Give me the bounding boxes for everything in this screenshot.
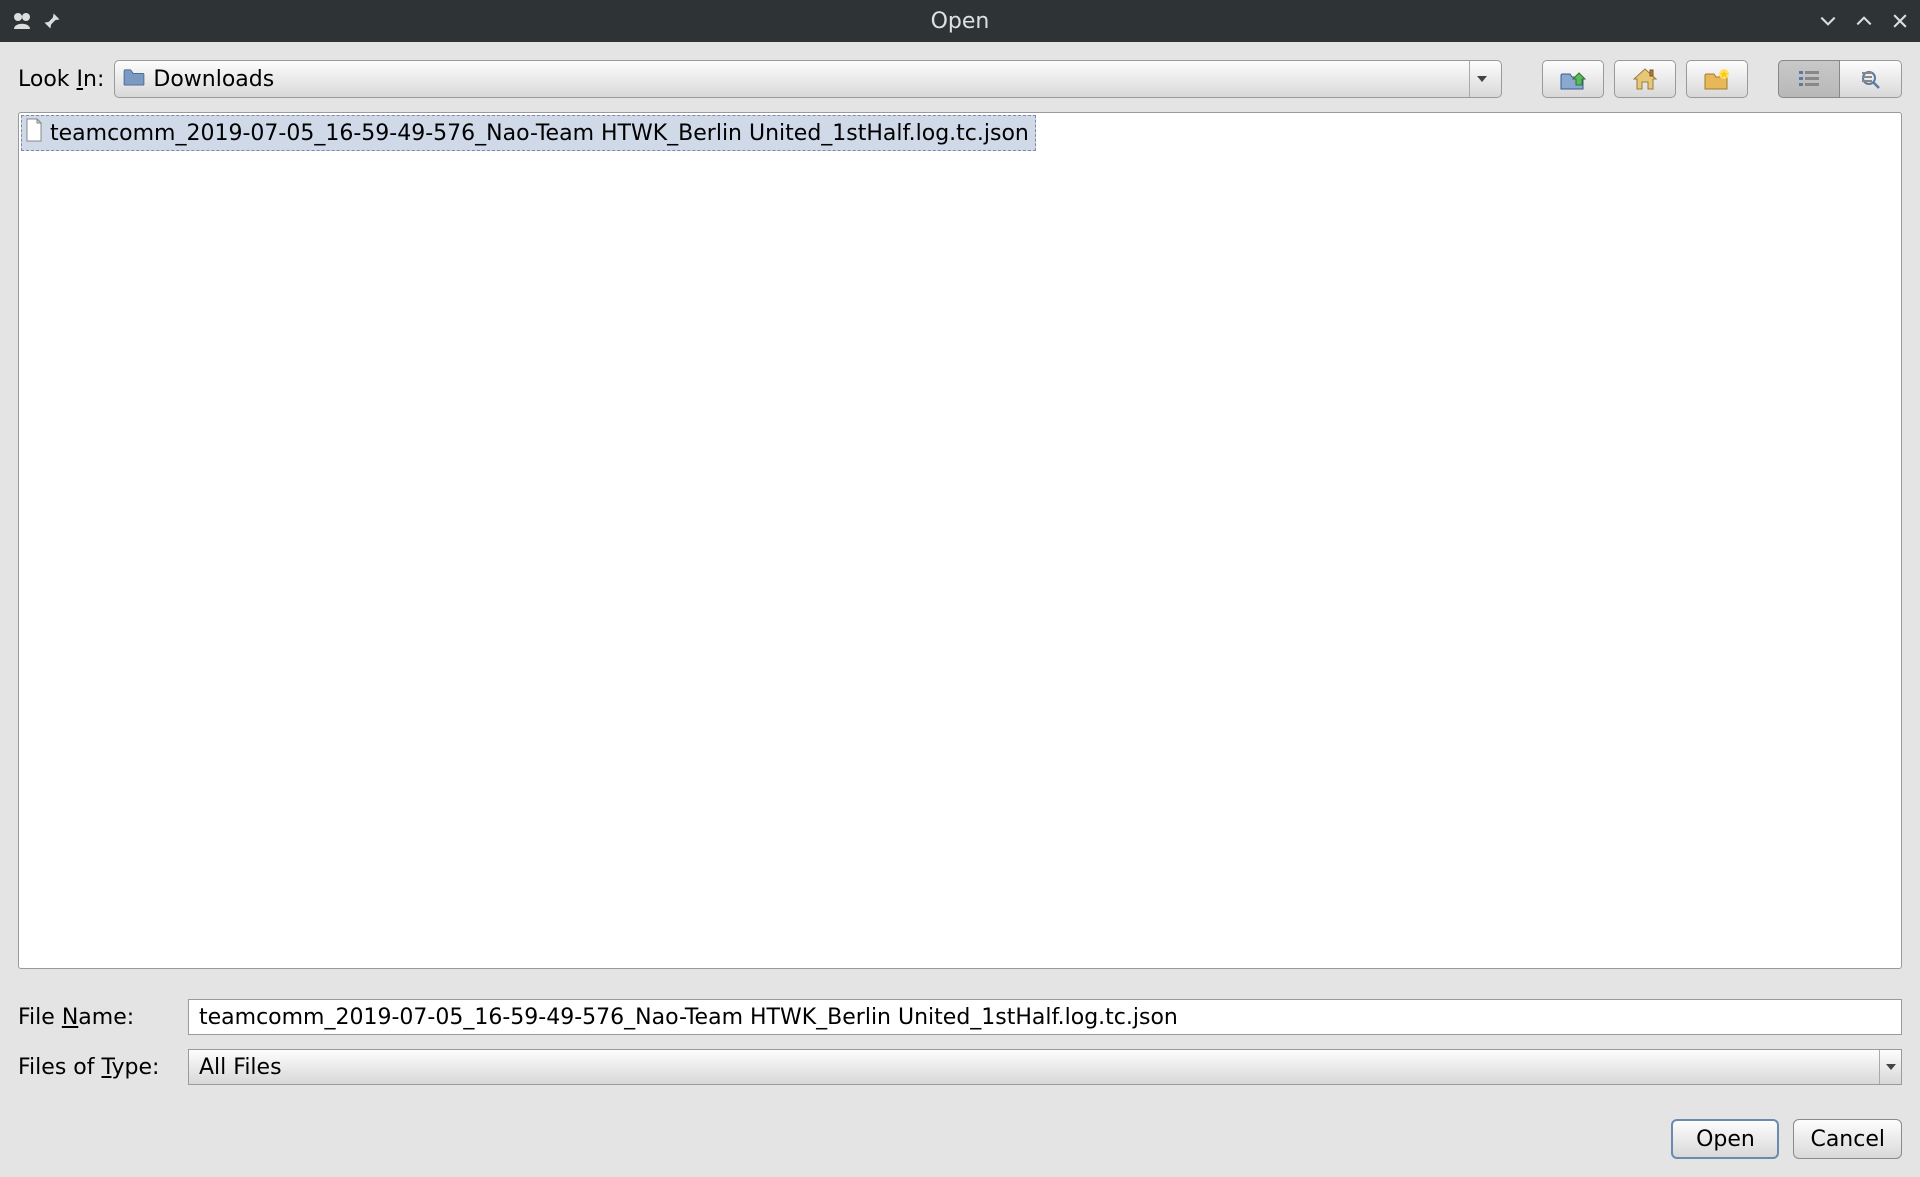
file-name: teamcomm_2019-07-05_16-59-49-576_Nao-Tea… [50, 121, 1029, 146]
filename-row: File Name: [18, 999, 1902, 1035]
filename-label-mnemonic: N [62, 1005, 78, 1030]
maximize-icon[interactable] [1854, 11, 1874, 31]
titlebar-left [10, 9, 62, 33]
close-icon[interactable] [1890, 11, 1910, 31]
new-folder-button[interactable] [1686, 60, 1748, 98]
lookin-row: Look In: Downloads [18, 60, 1902, 98]
lookin-combo[interactable]: Downloads [114, 60, 1502, 98]
filetype-value: All Files [199, 1055, 1873, 1080]
lookin-label-pre: Look [18, 67, 77, 92]
view-buttons [1778, 60, 1902, 98]
home-button[interactable] [1614, 60, 1676, 98]
details-view-button[interactable] [1840, 60, 1902, 98]
dialog-body: Look In: Downloads [0, 42, 1920, 1177]
filetype-label-post: ype: [111, 1055, 159, 1080]
cancel-button-label: Cancel [1810, 1127, 1885, 1152]
file-item[interactable]: teamcomm_2019-07-05_16-59-49-576_Nao-Tea… [21, 115, 1036, 151]
lookin-folder-name: Downloads [153, 67, 1465, 92]
open-button[interactable]: Open [1671, 1119, 1779, 1159]
file-list[interactable]: teamcomm_2019-07-05_16-59-49-576_Nao-Tea… [18, 112, 1902, 969]
window-title: Open [931, 9, 990, 34]
pin-icon[interactable] [42, 11, 62, 31]
filetype-label-pre: Files of [18, 1055, 101, 1080]
filetype-combo[interactable]: All Files [188, 1049, 1902, 1085]
titlebar: Open [0, 0, 1920, 42]
filename-label-pre: File [18, 1005, 62, 1030]
up-one-level-button[interactable] [1542, 60, 1604, 98]
filename-label: File Name: [18, 1005, 188, 1030]
filename-input[interactable] [188, 999, 1902, 1035]
lookin-label: Look In: [18, 67, 104, 92]
nav-buttons [1542, 60, 1748, 98]
list-view-button[interactable] [1778, 60, 1840, 98]
filetype-row: Files of Type: All Files [18, 1049, 1902, 1085]
minimize-icon[interactable] [1818, 11, 1838, 31]
lookin-label-post: n: [83, 67, 104, 92]
dialog-buttons: Open Cancel [18, 1119, 1902, 1159]
dropdown-arrow-icon[interactable] [1879, 1050, 1901, 1084]
folder-icon [123, 67, 145, 91]
dropdown-arrow-icon[interactable] [1469, 61, 1493, 97]
filetype-label-mnemonic: T [101, 1055, 111, 1080]
filename-label-post: ame: [78, 1005, 134, 1030]
open-button-label: Open [1696, 1127, 1755, 1152]
app-icon [10, 9, 34, 33]
titlebar-right [1818, 11, 1910, 31]
filetype-label: Files of Type: [18, 1055, 188, 1080]
file-icon [24, 118, 44, 148]
cancel-button[interactable]: Cancel [1793, 1119, 1902, 1159]
